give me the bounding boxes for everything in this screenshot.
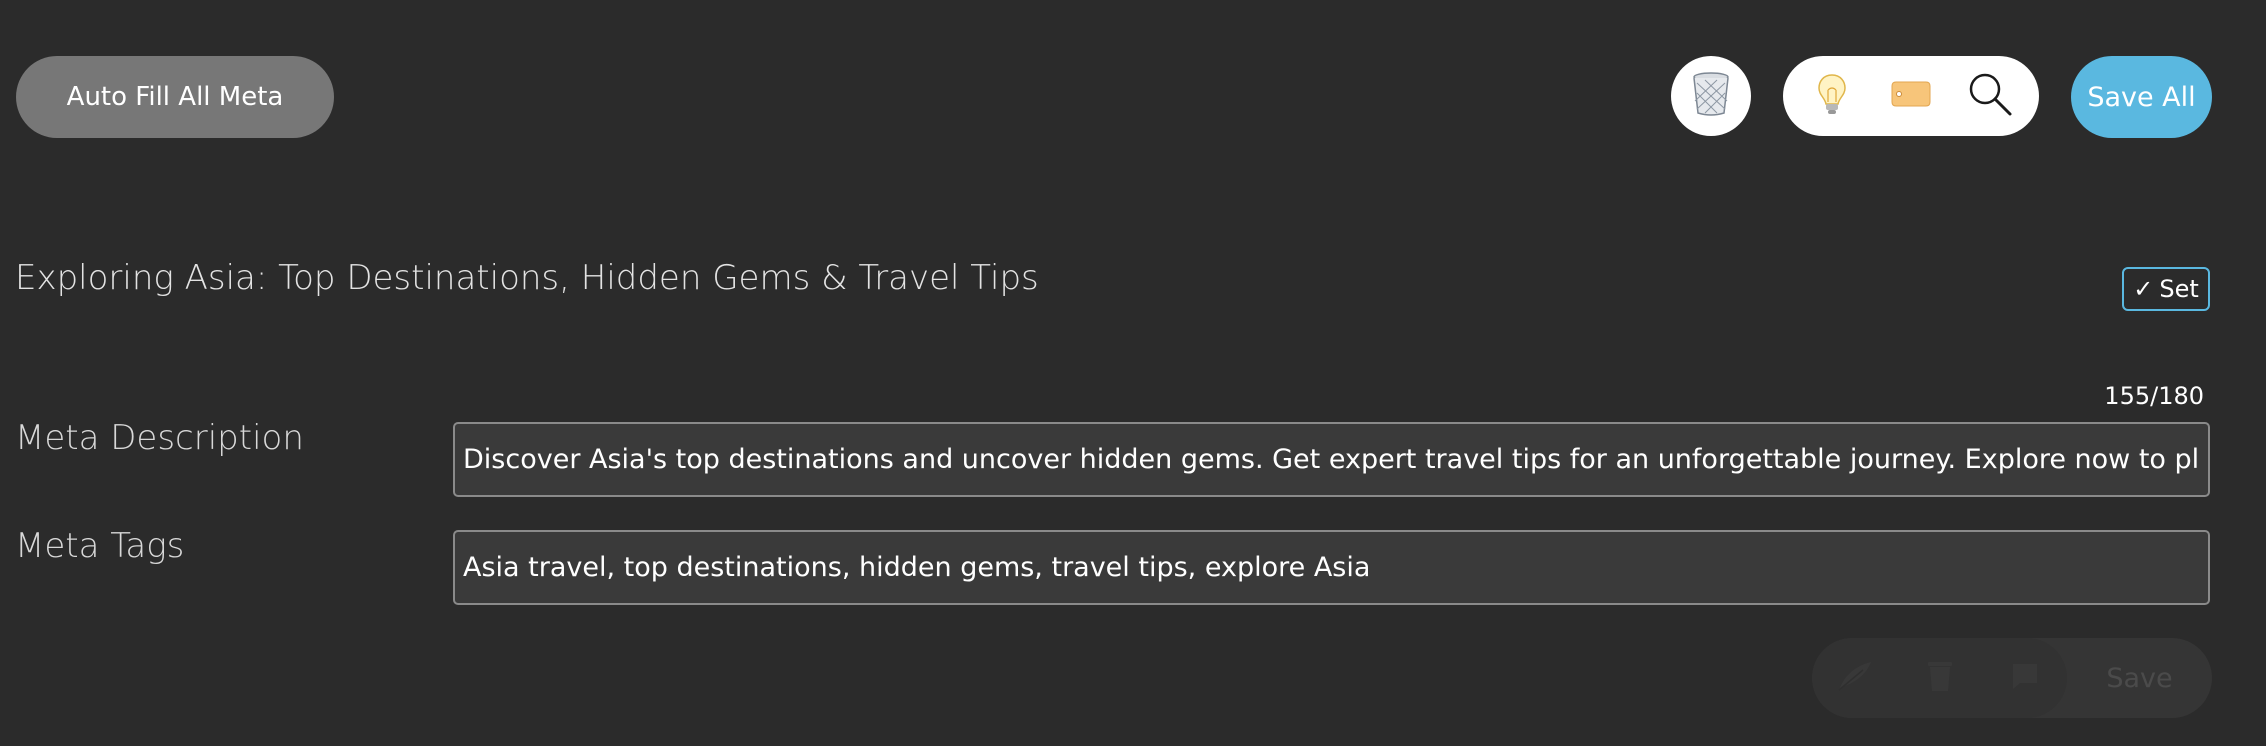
trash-icon	[1926, 659, 1954, 697]
meta-description-label: Meta Description	[15, 418, 304, 458]
clear-row-button[interactable]	[1915, 653, 1965, 703]
comment-button[interactable]	[2000, 653, 2050, 703]
auto-fill-all-meta-button[interactable]: Auto Fill All Meta	[16, 56, 334, 138]
save-all-button[interactable]: Save All	[2071, 56, 2212, 138]
search-icon	[1967, 71, 2013, 121]
suggest-button[interactable]	[1802, 66, 1862, 126]
meta-tags-input[interactable]	[453, 530, 2210, 605]
row-actions-group: Save	[1812, 638, 2212, 718]
meta-description-input[interactable]	[453, 422, 2210, 497]
search-button[interactable]	[1960, 66, 2020, 126]
set-button-label: Set	[2159, 275, 2199, 303]
post-title: Exploring Asia: Top Destinations, Hidden…	[15, 258, 1039, 298]
meta-tags-label: Meta Tags	[15, 526, 185, 566]
description-char-counter: 155/180	[2104, 382, 2204, 410]
delete-all-button[interactable]	[1671, 56, 1751, 136]
check-icon: ✓	[2133, 275, 2154, 303]
lightbulb-icon	[1817, 72, 1847, 120]
feather-icon	[1835, 658, 1875, 698]
tag-icon	[1890, 80, 1932, 112]
row-save-button[interactable]: Save	[2067, 638, 2212, 718]
comment-icon	[2010, 661, 2040, 695]
trash-icon	[1691, 71, 1731, 121]
row-actions-icons	[1812, 638, 2067, 718]
tags-button[interactable]	[1881, 66, 1941, 126]
generate-button[interactable]	[1830, 653, 1880, 703]
meta-editor-page: Auto Fill All Meta Save All Exploring As…	[0, 0, 2266, 746]
set-title-button[interactable]: ✓ Set	[2122, 267, 2210, 311]
meta-tools-group	[1783, 56, 2039, 136]
